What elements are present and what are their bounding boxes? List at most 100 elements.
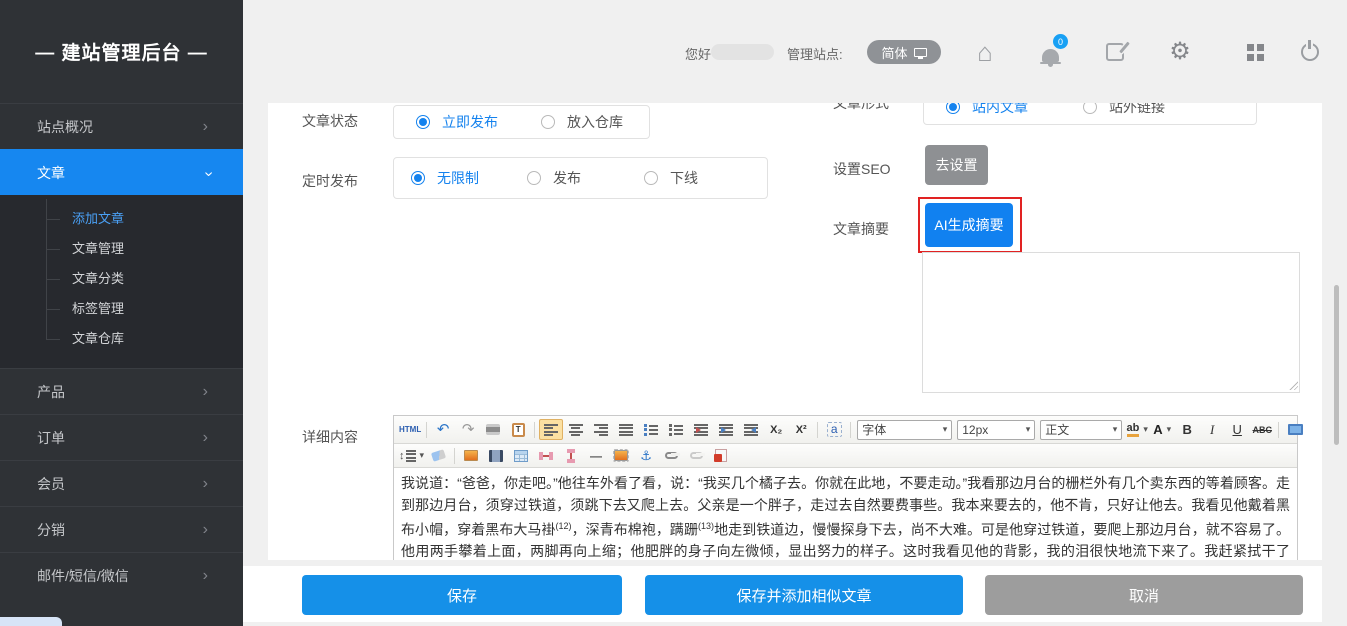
font-size-select[interactable]: 12px ▾ <box>957 420 1035 440</box>
sidebar-item-orders[interactable]: 订单 › <box>0 414 243 460</box>
save-button[interactable]: 保存 <box>302 575 622 615</box>
strikethrough-button[interactable]: ABC <box>1250 419 1274 440</box>
font-color-button[interactable]: A ▾ <box>1150 419 1174 440</box>
redo-icon: ↷ <box>462 422 475 437</box>
seo-setup-button[interactable]: 去设置 <box>925 145 988 185</box>
paragraph-format-select[interactable]: 正文 ▾ <box>1040 420 1122 440</box>
insert-table-button[interactable] <box>509 445 533 466</box>
insert-video-button[interactable] <box>484 445 508 466</box>
fullscreen-button[interactable] <box>1283 419 1307 440</box>
publish-radio[interactable] <box>527 171 541 185</box>
subscript-button[interactable]: X₂ <box>764 419 788 440</box>
highlight-color-button[interactable]: ab ▾ <box>1125 419 1149 440</box>
submenu-item-label: 文章仓库 <box>72 331 124 346</box>
sidebar-item-site-overview[interactable]: 站点概况 › <box>0 103 243 149</box>
justify-button[interactable] <box>614 419 638 440</box>
ordered-list-button[interactable] <box>639 419 663 440</box>
ai-generate-summary-button[interactable]: AI生成摘要 <box>925 203 1013 247</box>
submenu-item-tag-management[interactable]: 标签管理 <box>0 294 243 324</box>
redo-button[interactable]: ↷ <box>456 419 480 440</box>
sidebar-item-products[interactable]: 产品 › <box>0 368 243 414</box>
publish-now-radio[interactable] <box>416 115 430 129</box>
split-page-button[interactable] <box>559 445 583 466</box>
submenu-item-article-warehouse[interactable]: 文章仓库 <box>0 324 243 354</box>
italic-button[interactable]: I <box>1200 419 1224 440</box>
offline-label[interactable]: 下线 <box>670 168 698 188</box>
power-icon <box>1301 43 1319 61</box>
settings-button[interactable]: ⚙ <box>1166 37 1194 67</box>
align-center-button[interactable] <box>564 419 588 440</box>
apps-button[interactable] <box>1231 37 1259 67</box>
remove-link-button[interactable] <box>684 445 708 466</box>
summary-textarea[interactable] <box>922 252 1300 393</box>
sidebar-item-distribution[interactable]: 分销 › <box>0 506 243 552</box>
sidebar-item-label: 分销 <box>37 522 65 538</box>
insert-image-button[interactable] <box>459 445 483 466</box>
notifications-button[interactable]: 0 <box>1036 37 1064 67</box>
unordered-list-button[interactable] <box>664 419 688 440</box>
submenu-item-add-article[interactable]: 添加文章 <box>0 204 243 234</box>
first-line-indent-button[interactable] <box>689 419 713 440</box>
char-border-button[interactable]: a <box>822 419 846 440</box>
edit-icon <box>1106 43 1124 61</box>
save-and-add-similar-button[interactable]: 保存并添加相似文章 <box>645 575 963 615</box>
submenu-item-label: 添加文章 <box>72 211 124 226</box>
outdent-button[interactable] <box>739 419 763 440</box>
horizontal-rule-button[interactable]: — <box>584 445 608 466</box>
sidebar-item-label: 邮件/短信/微信 <box>37 568 129 584</box>
page-break-icon <box>539 450 553 462</box>
publish-now-label[interactable]: 立即发布 <box>442 112 498 132</box>
sidebar-item-mail-sms-wechat[interactable]: 邮件/短信/微信 › <box>0 552 243 598</box>
submenu-item-article-category[interactable]: 文章分类 <box>0 264 243 294</box>
publish-label[interactable]: 发布 <box>553 168 581 188</box>
sidebar-item-members[interactable]: 会员 › <box>0 460 243 506</box>
sidebar-item-articles[interactable]: 文章 › <box>0 149 243 195</box>
editor-content[interactable]: 我说道：“爸爸，你走吧。”他往车外看了看，说：“我买几个橘子去。你就在此地，不要… <box>394 468 1297 560</box>
undo-button[interactable]: ↶ <box>431 419 455 440</box>
article-type-internal-radio[interactable] <box>946 103 960 114</box>
underline-button[interactable]: U <box>1225 419 1249 440</box>
table-icon <box>514 450 528 462</box>
edit-button[interactable] <box>1101 37 1129 67</box>
remove-format-button[interactable] <box>426 445 450 466</box>
align-left-button[interactable] <box>539 419 563 440</box>
caret-down-icon: ▾ <box>1167 424 1172 435</box>
cancel-button[interactable]: 取消 <box>985 575 1303 615</box>
toolbar-separator <box>454 448 455 464</box>
first-line-indent-icon <box>694 424 708 436</box>
article-type-internal-label[interactable]: 站内文章 <box>972 103 1028 117</box>
import-word-button[interactable] <box>709 445 733 466</box>
page-break-button[interactable] <box>534 445 558 466</box>
insert-link-button[interactable] <box>659 445 683 466</box>
to-warehouse-radio[interactable] <box>541 115 555 129</box>
summary-label: 文章摘要 <box>833 219 889 239</box>
superscript-button[interactable]: X² <box>789 419 813 440</box>
article-type-external-label[interactable]: 站外链接 <box>1109 103 1165 117</box>
line-height-button[interactable]: ↕ ▾ <box>398 445 425 466</box>
submenu-item-article-management[interactable]: 文章管理 <box>0 234 243 264</box>
logout-button[interactable] <box>1296 37 1324 67</box>
home-button[interactable]: ⌂ <box>971 37 999 67</box>
align-center-icon <box>569 424 583 436</box>
gear-icon: ⚙ <box>1169 40 1191 64</box>
indent-button[interactable] <box>714 419 738 440</box>
font-family-select[interactable]: 字体 ▾ <box>857 420 952 440</box>
no-limit-label[interactable]: 无限制 <box>437 168 479 188</box>
article-type-external-radio[interactable] <box>1083 103 1097 114</box>
chevron-right-icon: › <box>203 104 208 150</box>
paste-plain-button[interactable]: T <box>506 419 530 440</box>
to-warehouse-label[interactable]: 放入仓库 <box>567 112 623 132</box>
vertical-scrollbar-thumb[interactable] <box>1334 285 1339 445</box>
offline-radio[interactable] <box>644 171 658 185</box>
anchor-button[interactable]: ⚓ <box>634 445 658 466</box>
bold-button[interactable]: B <box>1175 419 1199 440</box>
image-map-button[interactable] <box>609 445 633 466</box>
footnote-13: (13) <box>698 521 714 531</box>
html-source-button[interactable]: HTML <box>398 419 422 440</box>
language-button[interactable]: 简体 <box>867 40 941 64</box>
no-limit-radio[interactable] <box>411 171 425 185</box>
rich-text-editor: HTML ↶ ↷ T X₂ X² <box>393 415 1298 560</box>
print-button[interactable] <box>481 419 505 440</box>
footnote-12: (12) <box>556 521 572 531</box>
align-right-button[interactable] <box>589 419 613 440</box>
